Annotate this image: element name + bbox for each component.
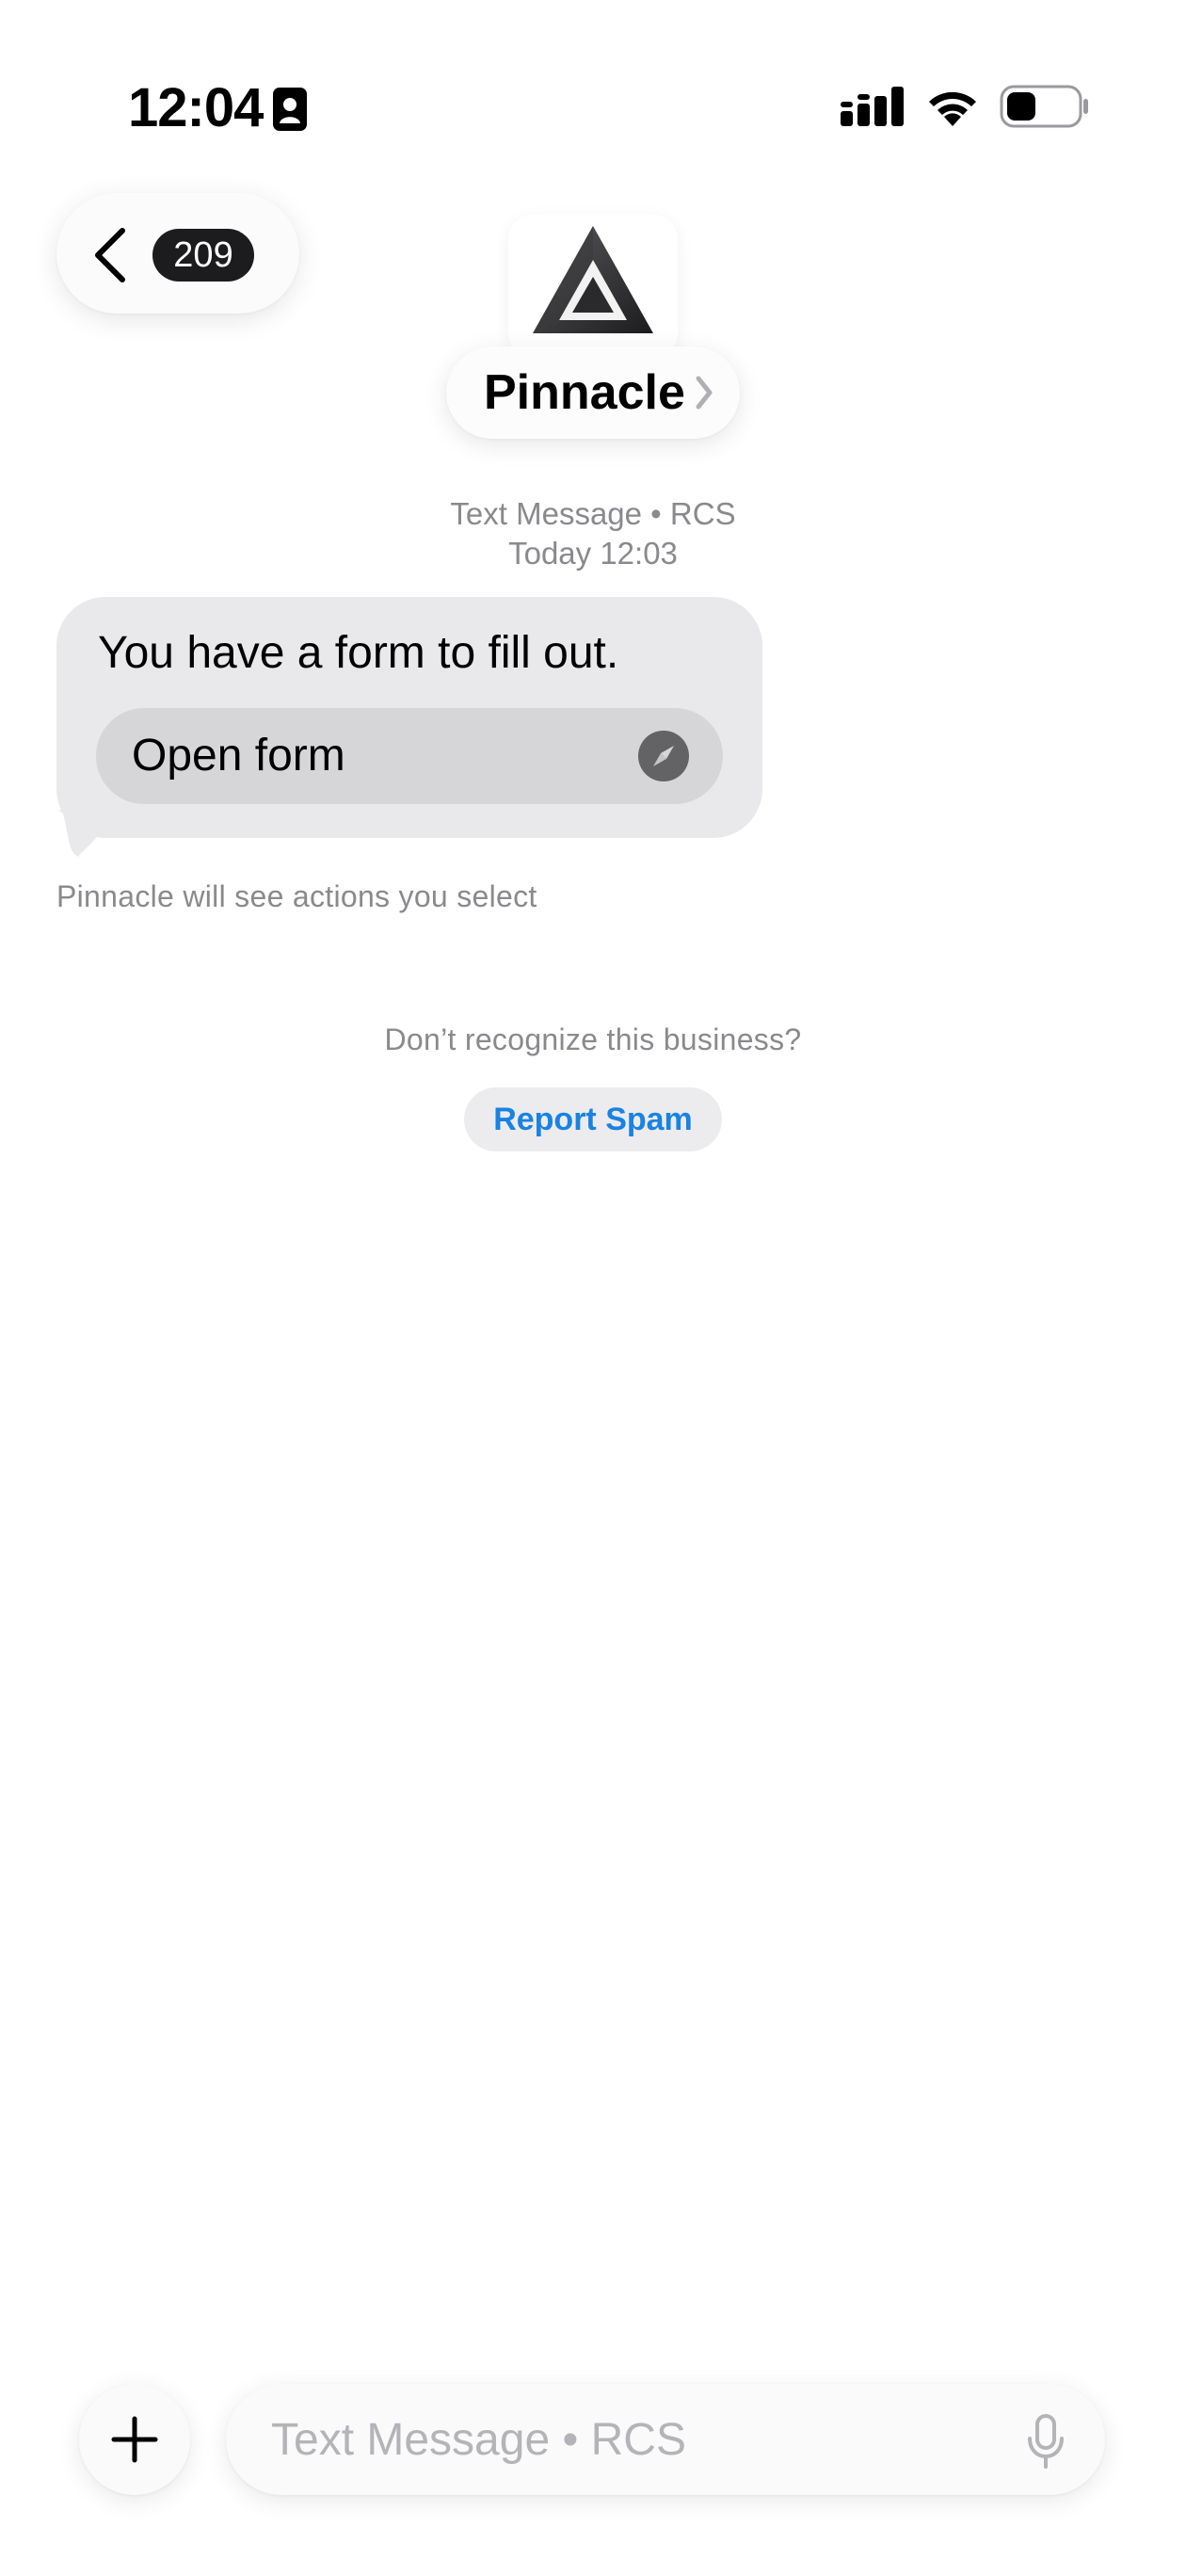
back-chevron-icon: [95, 228, 125, 282]
business-name: Pinnacle: [484, 365, 685, 420]
report-spam-button[interactable]: Report Spam: [464, 1087, 722, 1151]
microphone-icon[interactable]: [1026, 2414, 1066, 2469]
signal-icon: [841, 87, 904, 126]
plus-icon: [111, 2416, 158, 2463]
message-bubble: You have a form to fill out. Open form: [56, 597, 762, 838]
contact-card-icon: [273, 88, 307, 131]
actions-disclaimer: Pinnacle will see actions you select: [56, 879, 537, 913]
message-timestamp: Today 12:03: [508, 536, 678, 571]
back-button[interactable]: 209: [56, 193, 299, 314]
compose-field[interactable]: [226, 2384, 1105, 2495]
wifi-icon: [929, 91, 976, 126]
chevron-right-icon: [696, 376, 713, 410]
open-form-button[interactable]: Open form: [96, 708, 723, 804]
message-text: You have a form to fill out.: [98, 628, 619, 678]
open-form-label: Open form: [132, 731, 345, 781]
battery-icon: [1000, 85, 1088, 128]
pinnacle-logo-icon: [533, 226, 653, 333]
status-time: 12:04: [128, 77, 264, 138]
spam-prompt: Don’t recognize this business?: [384, 1022, 802, 1056]
message-input[interactable]: [271, 2410, 968, 2469]
compass-icon: [638, 731, 689, 781]
business-logo[interactable]: [508, 215, 678, 358]
service-label: Text Message • RCS: [450, 496, 736, 531]
add-attachment-button[interactable]: [79, 2384, 190, 2495]
messages-screen: 12:04 209 Pinnacle Text Message • RCS To…: [0, 0, 1186, 2576]
business-name-button[interactable]: Pinnacle: [446, 346, 740, 439]
unread-count: 209: [152, 229, 254, 282]
